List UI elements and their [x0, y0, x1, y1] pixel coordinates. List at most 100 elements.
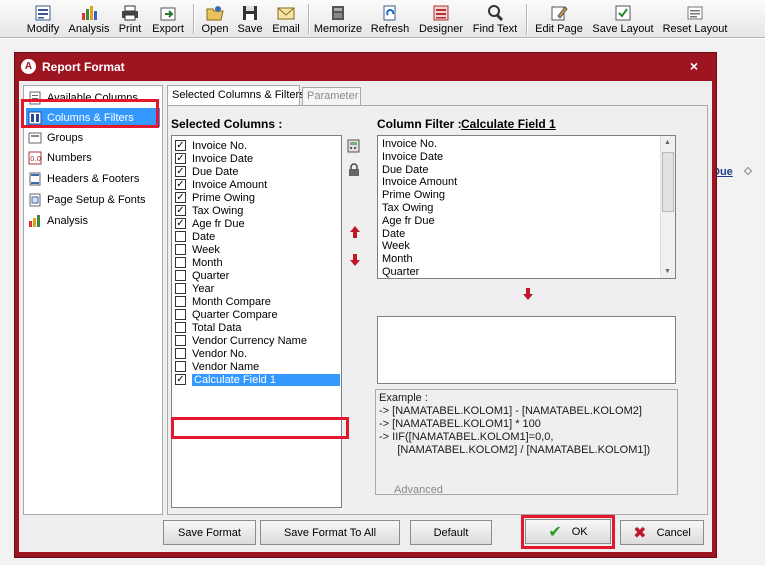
column-row[interactable]: Quarter Compare: [175, 308, 278, 321]
email-button[interactable]: Email: [271, 2, 301, 36]
checkbox-unchecked[interactable]: [175, 335, 186, 346]
advanced-link[interactable]: Advanced: [394, 484, 443, 496]
formula-textarea[interactable]: [377, 316, 676, 384]
save-layout-button[interactable]: Save Layout: [591, 2, 655, 36]
filter-field-item[interactable]: Due Date: [382, 164, 428, 177]
checkbox-checked[interactable]: ✓: [175, 153, 186, 164]
column-row[interactable]: ✓ Invoice Amount: [175, 178, 267, 191]
column-row[interactable]: Month Compare: [175, 295, 271, 308]
save-button[interactable]: Save: [236, 2, 264, 36]
selected-columns-list[interactable]: ✓ Invoice No. ✓ Invoice Date ✓ Due Date ✓ Invoi…: [171, 135, 342, 508]
column-row[interactable]: Total Data: [175, 321, 242, 334]
refresh-button[interactable]: Refresh: [368, 2, 412, 36]
edit-page-button[interactable]: Edit Page: [534, 2, 584, 36]
edit-page-label: Edit Page: [535, 23, 583, 35]
column-row[interactable]: ✓ Age fr Due: [175, 217, 245, 230]
analysis-chart-icon: [29, 214, 40, 227]
column-row[interactable]: ✓ Tax Owing: [175, 204, 243, 217]
column-label: Prime Owing: [192, 191, 255, 204]
filter-field-item[interactable]: Week: [382, 240, 410, 253]
filter-field-item[interactable]: Prime Owing: [382, 189, 445, 202]
insert-field-down-arrow-icon[interactable]: [520, 286, 536, 302]
checkbox-unchecked[interactable]: [175, 257, 186, 268]
column-row[interactable]: Vendor No.: [175, 347, 247, 360]
nav-item-label: Analysis: [47, 214, 88, 227]
filter-field-item[interactable]: Month: [382, 253, 413, 266]
find-text-icon: [488, 5, 504, 22]
filter-field-item[interactable]: Quarter: [382, 266, 419, 278]
nav-item-analysis[interactable]: Analysis: [26, 211, 160, 230]
column-row[interactable]: Week: [175, 243, 220, 256]
checkbox-checked[interactable]: ✓: [175, 192, 186, 203]
reset-layout-button[interactable]: Reset Layout: [661, 2, 729, 36]
checkbox-unchecked[interactable]: [175, 296, 186, 307]
checkbox-unchecked[interactable]: [175, 283, 186, 294]
column-row[interactable]: Vendor Currency Name: [175, 334, 307, 347]
scroll-up-icon[interactable]: ▲: [664, 139, 671, 146]
checkbox-checked[interactable]: ✓: [175, 374, 186, 385]
header-footer-icon: [29, 172, 41, 185]
nav-item-groups[interactable]: Groups: [26, 128, 160, 147]
checkbox-unchecked[interactable]: [175, 244, 186, 255]
export-button[interactable]: Export: [150, 2, 186, 36]
save-format-to-all-button[interactable]: Save Format To All: [260, 520, 400, 545]
checkbox-unchecked[interactable]: [175, 270, 186, 281]
tab-selected-columns-filters[interactable]: Selected Columns & Filters: [167, 85, 305, 106]
find-text-button[interactable]: Find Text: [470, 2, 520, 36]
default-button[interactable]: Default: [410, 520, 492, 545]
open-button[interactable]: Open: [200, 2, 230, 36]
column-row[interactable]: ✓ Prime Owing: [175, 191, 255, 204]
checkbox-checked[interactable]: ✓: [175, 205, 186, 216]
checkbox-checked[interactable]: ✓: [175, 179, 186, 190]
scroll-thumb[interactable]: [662, 152, 674, 212]
move-down-arrow-icon[interactable]: [347, 252, 363, 268]
column-row[interactable]: Date: [175, 230, 215, 243]
column-label: Date: [192, 230, 216, 243]
column-row[interactable]: Vendor Name: [175, 360, 259, 373]
column-label: Month: [192, 256, 223, 269]
filter-fields-list[interactable]: Invoice No. Invoice Date Due Date Invoice A…: [377, 135, 676, 279]
nav-item-label: Page Setup & Fonts: [47, 193, 146, 206]
lock-icon[interactable]: [346, 162, 362, 178]
tab-parameter[interactable]: Parameter: [302, 87, 361, 105]
checkbox-checked[interactable]: ✓: [175, 166, 186, 177]
close-icon[interactable]: ×: [690, 58, 698, 74]
column-row[interactable]: ✓ Calculate Field 1: [175, 373, 340, 386]
nav-item-page-setup-fonts[interactable]: Page Setup & Fonts: [26, 190, 160, 209]
nav-item-headers-footers[interactable]: Headers & Footers: [26, 169, 160, 188]
designer-button[interactable]: Designer: [418, 2, 464, 36]
column-row[interactable]: ✓ Invoice Date: [175, 152, 253, 165]
save-format-button[interactable]: Save Format: [163, 520, 256, 545]
move-up-arrow-icon[interactable]: [347, 224, 363, 240]
filter-field-item[interactable]: Invoice Amount: [382, 176, 457, 189]
column-row[interactable]: Year: [175, 282, 214, 295]
nav-item-numbers[interactable]: 0.0 Numbers: [26, 148, 160, 167]
filter-field-item[interactable]: Date: [382, 228, 405, 241]
calculator-icon[interactable]: [346, 138, 362, 154]
filter-field-item[interactable]: Tax Owing: [382, 202, 433, 215]
analysis-button[interactable]: Analysis: [68, 2, 110, 36]
column-row[interactable]: Quarter: [175, 269, 229, 282]
filter-list-scrollbar[interactable]: ▲ ▼: [660, 136, 675, 278]
toolbar: Modify Analysis Print Export Open Save E…: [0, 0, 765, 38]
column-row[interactable]: Month: [175, 256, 223, 269]
modify-button[interactable]: Modify: [26, 2, 60, 36]
checkbox-unchecked[interactable]: [175, 322, 186, 333]
column-row[interactable]: ✓ Invoice No.: [175, 139, 247, 152]
checkbox-unchecked[interactable]: [175, 348, 186, 359]
modify-label: Modify: [26, 23, 60, 35]
filter-field-item[interactable]: Invoice Date: [382, 151, 443, 164]
cancel-button[interactable]: ✖ Cancel: [620, 520, 704, 545]
column-row[interactable]: ✓ Due Date: [175, 165, 238, 178]
scroll-down-icon[interactable]: ▼: [664, 268, 671, 275]
reset-layout-icon: [687, 6, 703, 20]
checkbox-unchecked[interactable]: [175, 231, 186, 242]
checkbox-checked[interactable]: ✓: [175, 218, 186, 229]
filter-field-item[interactable]: Invoice No.: [382, 138, 437, 151]
checkbox-checked[interactable]: ✓: [175, 140, 186, 151]
checkbox-unchecked[interactable]: [175, 309, 186, 320]
checkbox-unchecked[interactable]: [175, 361, 186, 372]
filter-field-item[interactable]: Age fr Due: [382, 215, 435, 228]
print-button[interactable]: Print: [117, 2, 143, 36]
memorize-button[interactable]: Memorize: [314, 2, 362, 36]
